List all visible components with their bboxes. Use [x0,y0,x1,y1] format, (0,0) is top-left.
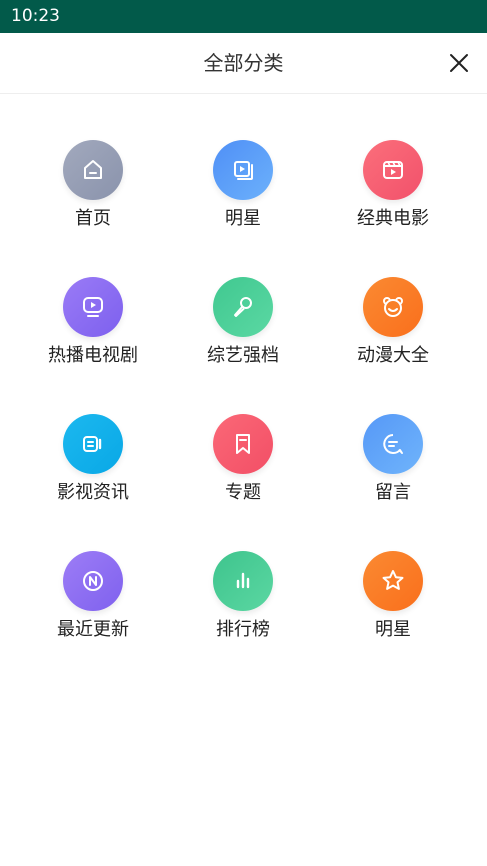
category-icon-circle [213,414,273,474]
chat-bubble-icon [383,434,403,454]
category-grid: 首页 明星 经典电影 热播电视剧 综艺强档 动漫大全 影视资讯 专题 留言 最近… [18,140,468,688]
category-icon-circle [363,277,423,337]
category-label: 综艺强档 [207,345,279,366]
star-icon [382,570,404,590]
video-frame-icon [234,161,253,180]
category-label: 经典电影 [357,208,429,229]
category-label: 动漫大全 [357,345,429,366]
bear-face-icon [383,297,403,317]
microphone-icon [234,297,252,317]
category-item[interactable]: 动漫大全 [318,277,468,414]
close-button[interactable] [447,51,471,75]
category-item[interactable]: 首页 [18,140,168,277]
category-icon-circle [213,551,273,611]
film-icon [383,161,403,179]
bar-chart-icon [236,572,250,589]
category-icon-circle [213,140,273,200]
status-bar: 10:23 [0,0,487,33]
category-item[interactable]: 影视资讯 [18,414,168,551]
category-label: 首页 [75,208,111,229]
category-icon-circle [213,277,273,337]
category-item[interactable]: 综艺强档 [168,277,318,414]
category-label: 留言 [375,482,411,503]
category-icon-circle [63,277,123,337]
category-label: 热播电视剧 [48,345,138,366]
category-label: 明星 [375,619,411,640]
header: 全部分类 [0,33,487,94]
category-item[interactable]: 排行榜 [168,551,318,688]
page-title: 全部分类 [203,51,284,75]
category-item[interactable]: 最近更新 [18,551,168,688]
category-icon-circle [363,551,423,611]
category-item[interactable]: 专题 [168,414,318,551]
category-icon-circle [63,414,123,474]
category-label: 最近更新 [57,619,129,640]
category-icon-circle [363,414,423,474]
close-icon [450,54,468,72]
category-label: 排行榜 [216,619,270,640]
tv-play-icon [83,297,103,317]
category-item[interactable]: 热播电视剧 [18,277,168,414]
category-item[interactable]: 明星 [168,140,318,277]
new-badge-icon [83,571,103,591]
status-time: 10:23 [11,6,60,26]
category-item[interactable]: 明星 [318,551,468,688]
category-item[interactable]: 留言 [318,414,468,551]
category-label: 专题 [225,482,261,503]
bookmark-icon [236,434,250,454]
category-label: 影视资讯 [57,482,129,503]
category-icon-circle [63,140,123,200]
video-camera-icon [83,436,102,452]
category-icon-circle [63,551,123,611]
category-label: 明星 [225,208,261,229]
home-icon [84,160,102,179]
category-item[interactable]: 经典电影 [318,140,468,277]
category-icon-circle [363,140,423,200]
